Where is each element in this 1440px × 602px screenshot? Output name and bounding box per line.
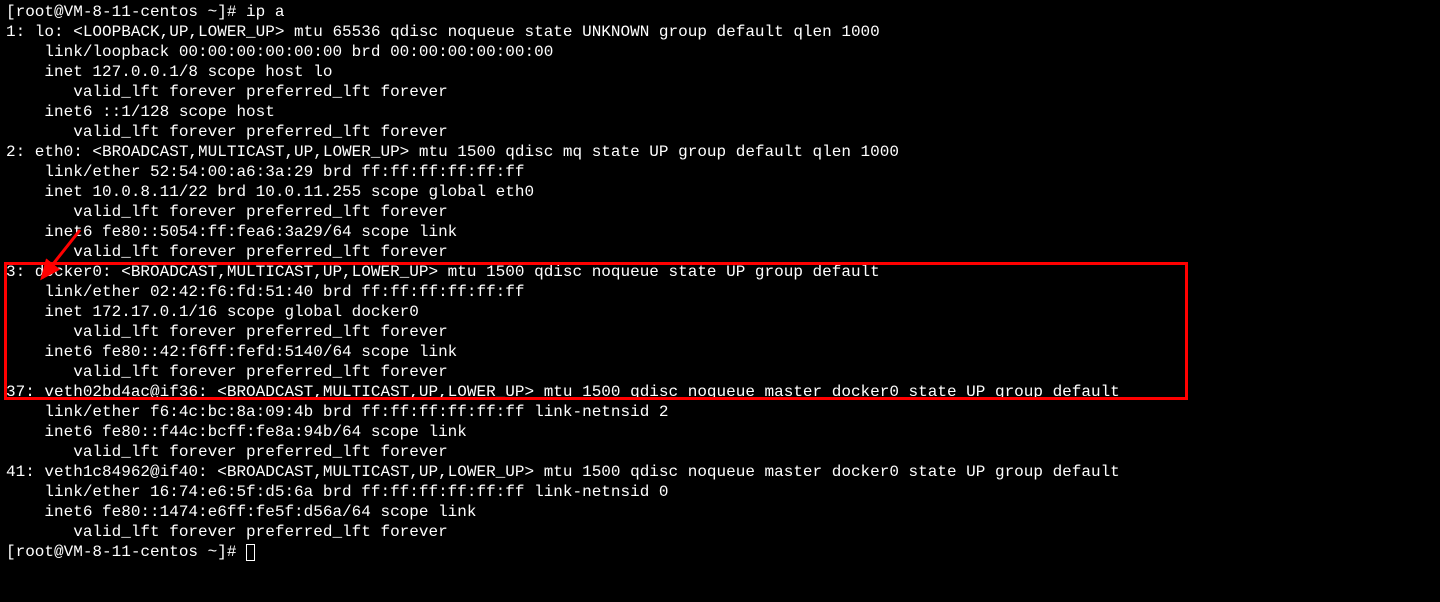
output-line: valid_lft forever preferred_lft forever bbox=[6, 123, 448, 141]
output-line: inet6 fe80::42:f6ff:fefd:5140/64 scope l… bbox=[6, 343, 467, 361]
output-line: inet 172.17.0.1/16 scope global docker0 bbox=[6, 303, 419, 321]
output-line: 2: eth0: <BROADCAST,MULTICAST,UP,LOWER_U… bbox=[6, 143, 899, 161]
output-line: inet6 fe80::f44c:bcff:fe8a:94b/64 scope … bbox=[6, 423, 476, 441]
output-line: valid_lft forever preferred_lft forever bbox=[6, 323, 448, 341]
output-line: valid_lft forever preferred_lft forever bbox=[6, 203, 448, 221]
prompt-line: [root@VM-8-11-centos ~]# bbox=[6, 543, 246, 561]
prompt-line: [root@VM-8-11-centos ~]# ip a bbox=[6, 3, 284, 21]
output-line: link/ether 16:74:e6:5f:d5:6a brd ff:ff:f… bbox=[6, 483, 669, 501]
output-line: 37: veth02bd4ac@if36: <BROADCAST,MULTICA… bbox=[6, 383, 1129, 401]
output-line: inet 127.0.0.1/8 scope host lo bbox=[6, 63, 332, 81]
output-line: inet6 ::1/128 scope host bbox=[6, 103, 284, 121]
output-line: 1: lo: <LOOPBACK,UP,LOWER_UP> mtu 65536 … bbox=[6, 23, 880, 41]
output-line: inet 10.0.8.11/22 brd 10.0.11.255 scope … bbox=[6, 183, 534, 201]
output-line: valid_lft forever preferred_lft forever bbox=[6, 83, 448, 101]
output-line: inet6 fe80::5054:ff:fea6:3a29/64 scope l… bbox=[6, 223, 467, 241]
output-line: link/ether 02:42:f6:fd:51:40 brd ff:ff:f… bbox=[6, 283, 524, 301]
output-line: valid_lft forever preferred_lft forever bbox=[6, 363, 448, 381]
output-line: link/ether 52:54:00:a6:3a:29 brd ff:ff:f… bbox=[6, 163, 524, 181]
output-line: 41: veth1c84962@if40: <BROADCAST,MULTICA… bbox=[6, 463, 1129, 481]
output-line: link/ether f6:4c:bc:8a:09:4b brd ff:ff:f… bbox=[6, 403, 669, 421]
cursor bbox=[246, 544, 255, 561]
output-line: link/loopback 00:00:00:00:00:00 brd 00:0… bbox=[6, 43, 553, 61]
terminal-output[interactable]: [root@VM-8-11-centos ~]# ip a 1: lo: <LO… bbox=[6, 2, 1434, 562]
output-line: valid_lft forever preferred_lft forever bbox=[6, 523, 448, 541]
output-line: valid_lft forever preferred_lft forever bbox=[6, 443, 448, 461]
output-line: valid_lft forever preferred_lft forever bbox=[6, 243, 448, 261]
output-line: inet6 fe80::1474:e6ff:fe5f:d56a/64 scope… bbox=[6, 503, 486, 521]
output-line: 3: docker0: <BROADCAST,MULTICAST,UP,LOWE… bbox=[6, 263, 889, 281]
